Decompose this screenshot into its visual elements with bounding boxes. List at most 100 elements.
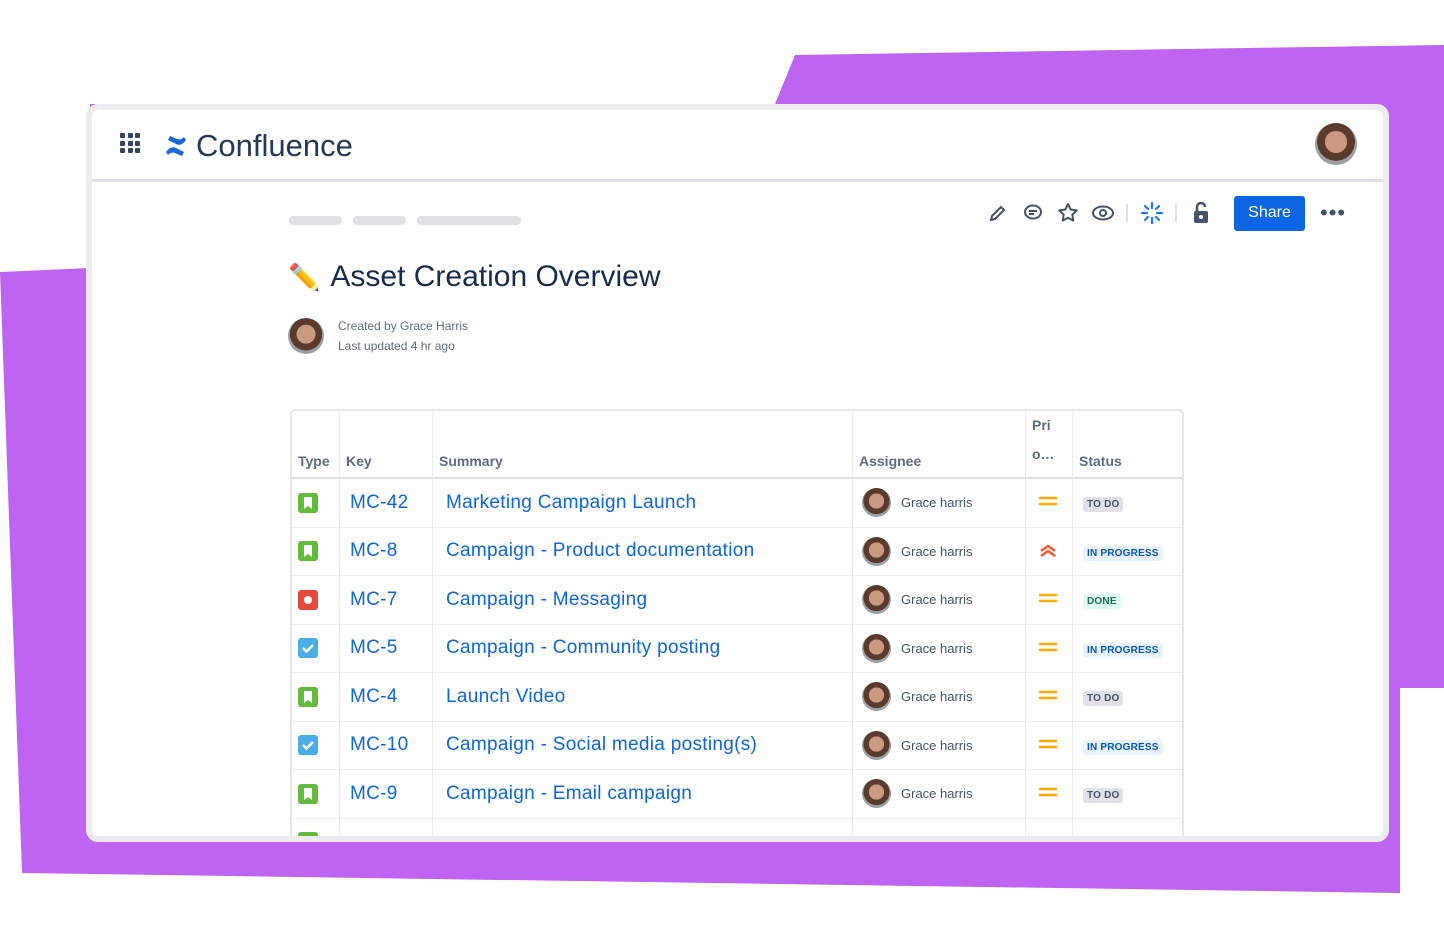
priority-medium-icon: [1038, 496, 1058, 506]
header-summary[interactable]: Summary: [433, 411, 853, 479]
issue-key-link[interactable]: MC-5: [340, 624, 433, 673]
table-row[interactable]: MC-7 Campaign - Messaging Grace harris D…: [292, 576, 1182, 625]
comment-icon[interactable]: [1015, 198, 1050, 228]
task-type-icon: [298, 638, 318, 659]
breadcrumb-placeholder: [289, 216, 521, 225]
priority-medium-icon: [1038, 642, 1058, 652]
table-row[interactable]: MC-4 Launch Video Grace harris TO DO: [292, 673, 1182, 722]
issue-key-link[interactable]: MC-10: [340, 721, 433, 770]
divider: [1126, 204, 1128, 222]
divider: [1175, 204, 1177, 222]
loading-row-placeholder: [292, 818, 1182, 842]
issue-summary-link[interactable]: Campaign - Community posting: [433, 624, 853, 673]
assignee-avatar: [862, 779, 891, 809]
priority-medium-icon: [1038, 831, 1058, 842]
more-icon[interactable]: •••: [1320, 200, 1346, 226]
issue-key-link[interactable]: MC-42: [340, 479, 433, 528]
star-icon[interactable]: [1050, 198, 1085, 228]
header-type[interactable]: Type: [292, 411, 340, 479]
assignee: Grace harris: [859, 633, 1019, 663]
assignee-avatar: [862, 730, 891, 760]
issue-summary-link[interactable]: Marketing Campaign Launch: [433, 479, 853, 528]
story-type-icon: [298, 686, 318, 707]
issue-key-link[interactable]: MC-8: [340, 527, 433, 576]
app-switcher-icon[interactable]: [120, 133, 140, 153]
updated-time: 4 hr ago: [410, 339, 455, 353]
priority-medium-icon: [1038, 787, 1058, 797]
story-type-icon: [298, 541, 318, 562]
table-row[interactable]: MC-9 Campaign - Email campaign Grace har…: [292, 770, 1182, 819]
status-badge: IN PROGRESS: [1083, 642, 1163, 658]
status-badge: TO DO: [1083, 788, 1124, 804]
assignee-name: Grace harris: [901, 592, 973, 608]
jira-issues-table: Type Key Summary Assignee Prio… Status M…: [290, 409, 1184, 842]
story-type-icon: [298, 832, 318, 836]
assignee-avatar: [862, 682, 891, 712]
assignee: Grace harris: [859, 682, 1019, 712]
assignee-avatar: [862, 633, 891, 663]
confluence-window: Confluence Share ••• ✏️ Asset Creation O…: [86, 104, 1389, 842]
status-badge: TO DO: [1083, 497, 1124, 513]
assignee: Grace harris: [859, 779, 1019, 809]
assignee: Grace harris: [859, 488, 1019, 518]
confluence-logo-icon: [166, 136, 186, 156]
header-priority[interactable]: Prio…: [1026, 411, 1073, 479]
task-type-icon: [298, 735, 318, 756]
issue-key-link[interactable]: MC-7: [340, 576, 433, 625]
table-row[interactable]: MC-8 Campaign - Product documentation Gr…: [292, 527, 1182, 576]
assignee-avatar: [862, 585, 891, 615]
table-row[interactable]: MC-10 Campaign - Social media posting(s)…: [292, 721, 1182, 770]
story-type-icon: [298, 783, 318, 804]
status-badge: TO DO: [1083, 691, 1124, 707]
table-row[interactable]: MC-5 Campaign - Community posting Grace …: [292, 624, 1182, 673]
issue-key-link[interactable]: MC-4: [340, 673, 433, 722]
assignee-name: Grace harris: [901, 543, 973, 559]
issue-summary-link[interactable]: Campaign - Product documentation: [433, 527, 853, 576]
assignee-name: Grace harris: [901, 737, 973, 753]
assignee: Grace harris: [859, 585, 1019, 615]
assignee: Grace harris: [859, 730, 1019, 760]
header-assignee[interactable]: Assignee: [853, 411, 1026, 479]
story-type-icon: [298, 492, 318, 513]
page-byline: Created by Grace Harris Last updated 4 h…: [288, 316, 468, 356]
app-name: Confluence: [196, 128, 353, 163]
assignee-name: Grace harris: [901, 689, 973, 705]
bug-type-icon: [298, 589, 318, 610]
status-badge: IN PROGRESS: [1083, 739, 1163, 755]
pencil-icon: ✏️: [288, 261, 321, 292]
loading-icon[interactable]: [1134, 198, 1169, 228]
issue-key-link[interactable]: MC-9: [340, 770, 433, 819]
header-key[interactable]: Key: [340, 411, 433, 479]
top-navigation: Confluence: [92, 110, 1383, 182]
issue-summary-link[interactable]: Launch Video: [433, 673, 853, 722]
assignee-name: Grace harris: [901, 786, 973, 802]
priority-medium-icon: [1038, 593, 1058, 603]
status-badge: IN PROGRESS: [1083, 545, 1163, 561]
table-header: Type Key Summary Assignee Prio… Status: [292, 411, 1182, 479]
created-label: Created by: [338, 319, 397, 333]
issue-summary-link[interactable]: Campaign - Social media posting(s): [433, 721, 853, 770]
unlock-icon[interactable]: [1183, 198, 1218, 228]
assignee-name: Grace harris: [901, 640, 973, 656]
issue-summary-link[interactable]: Campaign - Email campaign: [433, 770, 853, 819]
share-button[interactable]: Share: [1234, 195, 1305, 231]
priority-highest-icon: [1040, 544, 1056, 557]
edit-icon[interactable]: [980, 198, 1015, 228]
table-row[interactable]: MC-42 Marketing Campaign Launch Grace ha…: [292, 479, 1182, 528]
watch-icon[interactable]: [1085, 198, 1120, 228]
issue-summary-link[interactable]: Campaign - Messaging: [433, 576, 853, 625]
confluence-logo[interactable]: Confluence: [164, 128, 353, 164]
assignee-name: Grace harris: [901, 495, 973, 511]
priority-medium-icon: [1038, 739, 1058, 749]
status-badge: DONE: [1083, 594, 1121, 610]
assignee-avatar: [862, 536, 891, 566]
priority-medium-icon: [1038, 690, 1058, 700]
page-title-text: Asset Creation Overview: [330, 260, 661, 293]
page-title: ✏️ Asset Creation Overview: [288, 260, 661, 294]
author-avatar[interactable]: [288, 318, 324, 354]
updated-label: Last updated: [338, 339, 408, 353]
author-name[interactable]: Grace Harris: [400, 319, 468, 333]
header-status[interactable]: Status: [1073, 411, 1182, 479]
user-avatar[interactable]: [1315, 123, 1357, 165]
assignee-avatar: [862, 488, 891, 518]
